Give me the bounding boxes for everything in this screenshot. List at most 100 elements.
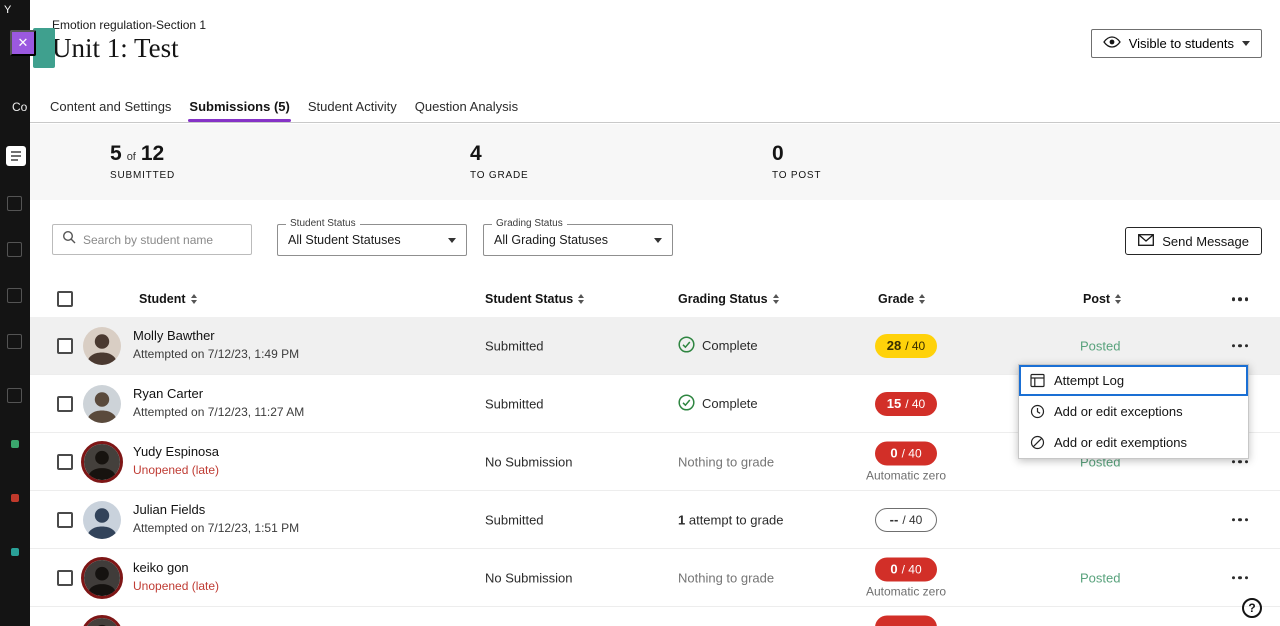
menu-item-add-exemptions[interactable]: Add or edit exemptions xyxy=(1019,427,1248,458)
sidebar-icon[interactable] xyxy=(7,334,22,349)
avatar xyxy=(81,615,123,626)
grade-pill[interactable] xyxy=(875,615,937,626)
sort-icon xyxy=(919,294,925,304)
post-status: Posted xyxy=(1080,570,1120,585)
sort-icon xyxy=(773,294,779,304)
attempt-info: Unopened (late) xyxy=(133,463,219,477)
send-message-button[interactable]: Send Message xyxy=(1125,227,1262,255)
select-all-checkbox[interactable] xyxy=(57,291,73,307)
sidebar-icon[interactable] xyxy=(7,196,22,211)
student-name[interactable]: keiko gon xyxy=(133,560,219,575)
column-header-student[interactable]: Student xyxy=(139,292,197,306)
avatar xyxy=(81,557,123,599)
clock-icon xyxy=(1029,404,1045,419)
stat-connector: of xyxy=(127,151,136,163)
sidebar-label-fragment: Y xyxy=(4,4,11,16)
grading-status: Nothing to grade xyxy=(678,570,774,585)
book-icon[interactable] xyxy=(6,146,26,166)
tab-submissions[interactable]: Submissions (5) xyxy=(188,90,290,122)
grade-value: 0 xyxy=(890,446,897,461)
mail-icon xyxy=(1138,234,1154,249)
table-header: Student Student Status Grading Status Gr… xyxy=(30,283,1280,317)
attempt-info: Attempted on 7/12/23, 1:51 PM xyxy=(133,521,299,535)
column-header-student-status[interactable]: Student Status xyxy=(485,292,584,306)
visibility-dropdown-button[interactable]: Visible to students xyxy=(1091,29,1262,58)
tab-student-activity[interactable]: Student Activity xyxy=(307,90,398,122)
row-checkbox[interactable] xyxy=(57,570,73,586)
student-status: No Submission xyxy=(485,570,572,585)
student-status-filter[interactable]: Student Status All Student Statuses xyxy=(277,224,467,256)
menu-item-add-exceptions[interactable]: Add or edit exceptions xyxy=(1019,396,1248,427)
tab-question-analysis[interactable]: Question Analysis xyxy=(414,90,519,122)
close-panel-button[interactable]: ✕ xyxy=(10,30,36,56)
attempt-info: Attempted on 7/12/23, 1:49 PM xyxy=(133,347,299,361)
tab-bar: Content and Settings Submissions (5) Stu… xyxy=(30,90,1280,123)
student-name[interactable]: Molly Bawther xyxy=(133,328,299,343)
row-menu-button[interactable] xyxy=(1228,514,1253,526)
student-status: Submitted xyxy=(485,396,544,411)
grade-max: / 40 xyxy=(905,397,925,411)
grade-note: Automatic zero xyxy=(866,468,946,482)
sort-icon xyxy=(191,294,197,304)
menu-item-label: Attempt Log xyxy=(1054,373,1124,388)
grade-pill[interactable]: 0 / 40 xyxy=(875,557,937,581)
grade-max: / 40 xyxy=(902,446,922,460)
grading-status-label: Complete xyxy=(702,396,758,411)
column-label: Grading Status xyxy=(678,292,768,306)
eye-icon xyxy=(1103,36,1121,51)
grade-value: -- xyxy=(890,512,899,527)
sidebar-icon[interactable] xyxy=(7,242,22,257)
stat-submitted: 5 of 12 SUBMITTED xyxy=(110,142,175,181)
search-input[interactable] xyxy=(83,233,242,247)
grade-pill[interactable]: 28 / 40 xyxy=(875,334,937,358)
row-checkbox[interactable] xyxy=(57,512,73,528)
avatar xyxy=(83,385,121,423)
stat-label: TO GRADE xyxy=(470,170,528,181)
column-label: Grade xyxy=(878,292,914,306)
grading-status-label: Complete xyxy=(702,338,758,353)
column-header-grade[interactable]: Grade xyxy=(878,292,925,306)
stat-to-post: 0 TO POST xyxy=(772,142,821,181)
search-field xyxy=(52,224,252,255)
row-checkbox[interactable] xyxy=(57,454,73,470)
visibility-label: Visible to students xyxy=(1129,36,1234,51)
table-row: Julian Fields Attempted on 7/12/23, 1:51… xyxy=(30,491,1280,549)
assessment-panel: Emotion regulation-Section 1 Unit 1: Tes… xyxy=(30,0,1280,626)
sidebar-icon[interactable] xyxy=(7,388,22,403)
table-options-button[interactable] xyxy=(1228,293,1253,305)
column-header-grading-status[interactable]: Grading Status xyxy=(678,292,779,306)
student-name[interactable]: Julian Fields xyxy=(133,502,299,517)
complete-icon xyxy=(678,336,695,356)
avatar xyxy=(83,501,121,539)
filter-value: All Grading Statuses xyxy=(494,233,608,247)
post-status: Posted xyxy=(1080,338,1120,353)
student-name[interactable]: Yudy Espinosa xyxy=(133,444,219,459)
row-menu-button[interactable] xyxy=(1228,572,1253,584)
row-checkbox[interactable] xyxy=(57,396,73,412)
filter-label: Student Status xyxy=(286,218,360,229)
grade-max: / 40 xyxy=(902,513,922,527)
grading-status-filter[interactable]: Grading Status All Grading Statuses xyxy=(483,224,673,256)
sort-icon xyxy=(1115,294,1121,304)
student-name[interactable]: Ryan Carter xyxy=(133,386,304,401)
stat-label: SUBMITTED xyxy=(110,170,175,181)
page-title: Unit 1: Test xyxy=(52,33,179,64)
help-button[interactable]: ? xyxy=(1242,598,1262,618)
row-context-menu: Attempt Log Add or edit exceptions Add o… xyxy=(1018,364,1249,459)
grade-pill[interactable]: 0 / 40 xyxy=(875,441,937,465)
menu-item-label: Add or edit exceptions xyxy=(1054,404,1183,419)
grading-status: Nothing to grade xyxy=(678,454,774,469)
stat-value: 0 xyxy=(772,142,784,166)
grade-pill[interactable]: -- / 40 xyxy=(875,508,937,532)
sidebar-icon[interactable] xyxy=(7,288,22,303)
row-menu-button[interactable] xyxy=(1228,340,1253,352)
column-header-post[interactable]: Post xyxy=(1083,292,1121,306)
sidebar-red-marker xyxy=(11,494,19,502)
student-status: Submitted xyxy=(485,338,544,353)
menu-item-attempt-log[interactable]: Attempt Log xyxy=(1019,365,1248,396)
grade-pill[interactable]: 15 / 40 xyxy=(875,392,937,416)
tab-content-and-settings[interactable]: Content and Settings xyxy=(49,90,172,122)
grading-status: Complete xyxy=(678,336,758,356)
row-checkbox[interactable] xyxy=(57,338,73,354)
filter-value: All Student Statuses xyxy=(288,233,401,247)
